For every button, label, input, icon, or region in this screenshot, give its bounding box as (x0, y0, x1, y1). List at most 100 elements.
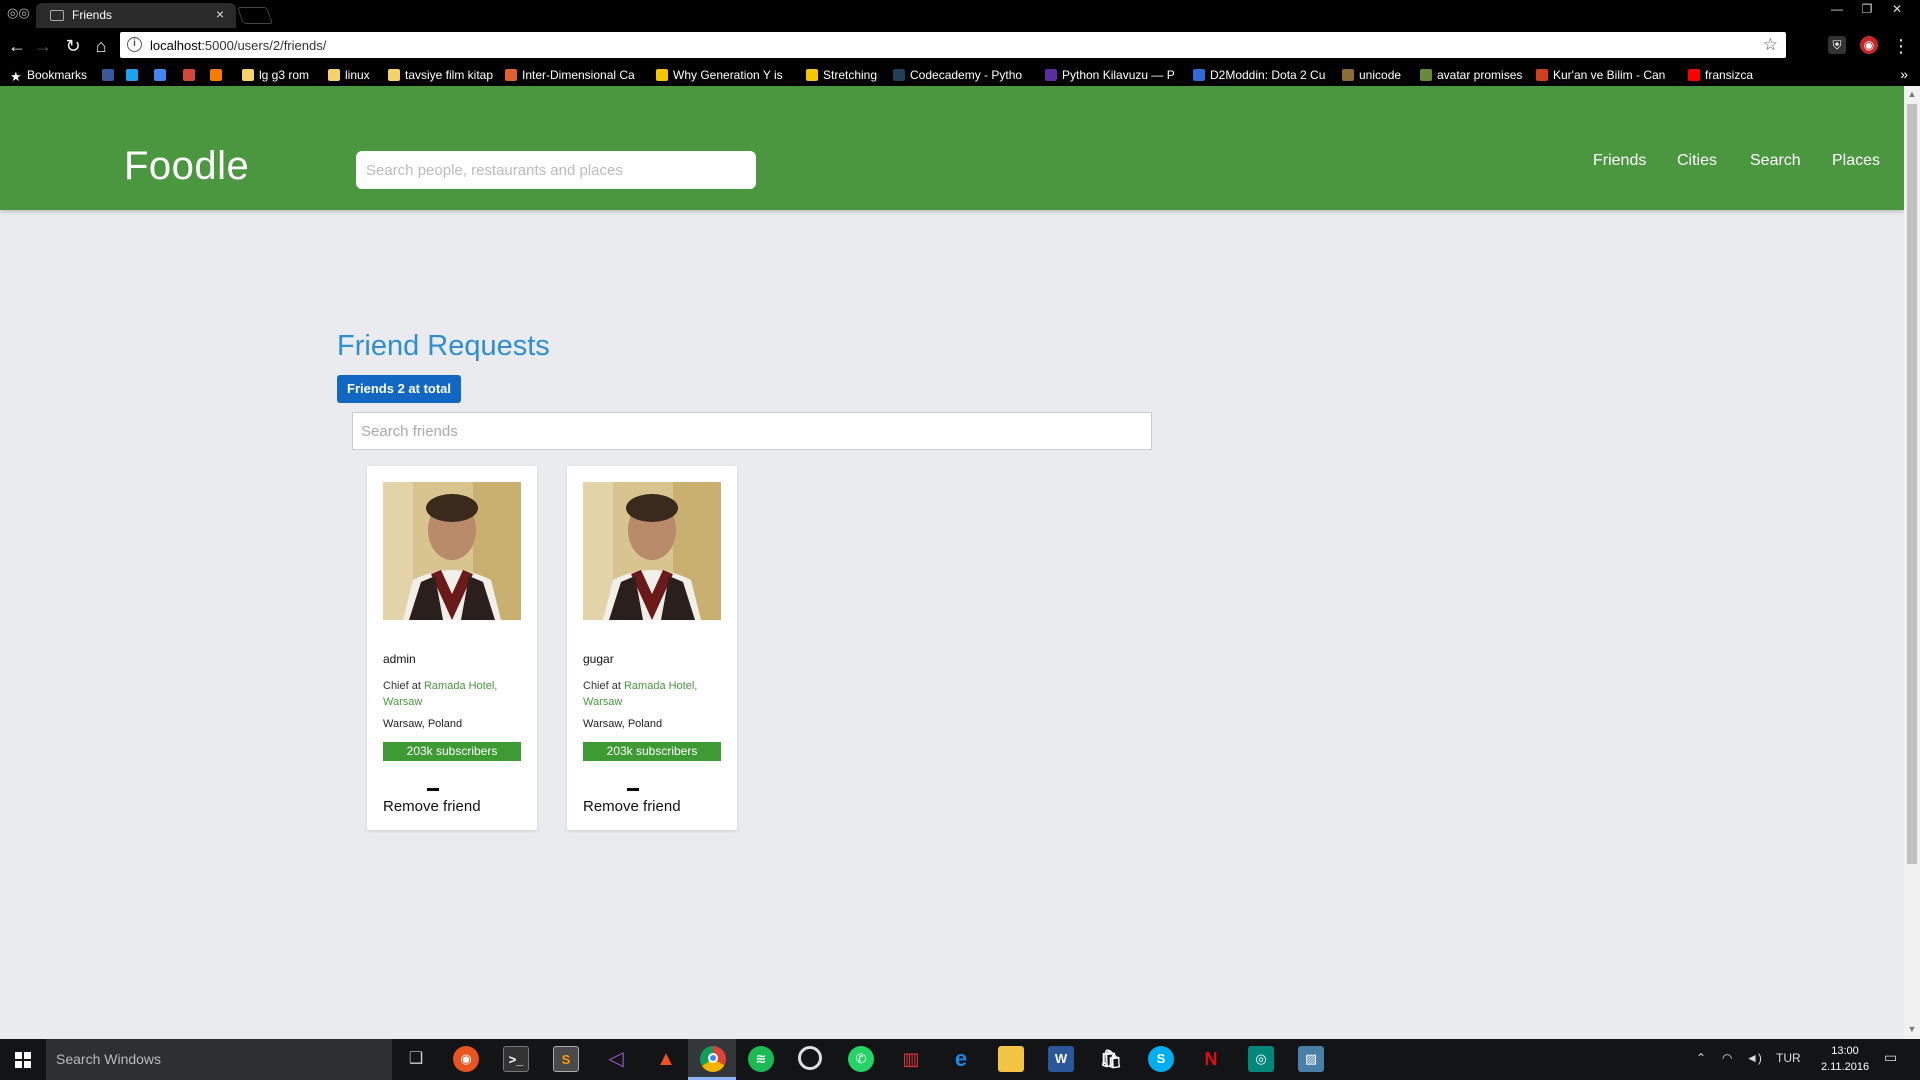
restore-icon[interactable]: ❐ (1852, 0, 1882, 18)
friend-name[interactable]: admin (383, 652, 416, 666)
scroll-thumb[interactable] (1907, 104, 1917, 864)
bookmark-favicon-icon (183, 69, 195, 81)
bookmark-item[interactable]: D2Moddin: Dota 2 Cu (1193, 68, 1325, 82)
scroll-up-icon[interactable]: ▲ (1907, 89, 1917, 99)
taskbar-search-input[interactable]: Search Windows (46, 1039, 392, 1080)
ubuntu-icon[interactable]: ◉ (453, 1046, 479, 1072)
menu-icon[interactable]: ⋮ (1890, 35, 1912, 57)
volume-icon[interactable]: ◄) (1746, 1051, 1762, 1065)
file-explorer-icon[interactable] (998, 1046, 1024, 1072)
close-window-icon[interactable]: ✕ (1882, 0, 1912, 18)
bookmark-item[interactable]: lg g3 rom (242, 68, 309, 82)
nav-search[interactable]: Search (1750, 152, 1801, 170)
chrome-icon[interactable] (700, 1046, 726, 1072)
bookmark-label: Why Generation Y is (673, 68, 783, 82)
forward-icon[interactable]: → (32, 35, 54, 57)
store-icon[interactable]: 🛍 (1098, 1046, 1124, 1072)
bookmark-item[interactable]: Why Generation Y is (656, 68, 783, 82)
address-bar[interactable]: i localhost:5000/users/2/friends/ ☆ (120, 32, 1786, 58)
windows-logo-icon (15, 1052, 31, 1068)
bookmark-label: lg g3 rom (259, 68, 310, 82)
taskbar-clock[interactable]: 13:00 2.11.2016 (1815, 1043, 1875, 1075)
bookmark-item[interactable] (154, 68, 171, 82)
bookmark-favicon-icon (656, 69, 668, 81)
bookmark-star-icon[interactable]: ☆ (1763, 35, 1778, 55)
task-view-icon[interactable]: ❑ (403, 1046, 429, 1072)
browser-toolbar: ← → ↻ ⌂ i localhost:5000/users/2/friends… (0, 28, 1920, 64)
bookmark-item[interactable]: Codecademy - Pytho (893, 68, 1022, 82)
bookmark-item[interactable] (210, 68, 227, 82)
brand-logo[interactable]: Foodle (124, 144, 249, 189)
new-tab-button[interactable] (236, 7, 274, 24)
browser-tab[interactable]: Friends × (36, 3, 236, 28)
skype-icon[interactable]: S (1148, 1046, 1174, 1072)
language-indicator[interactable]: TUR (1776, 1051, 1801, 1065)
bookmark-item[interactable]: fransizca (1688, 68, 1753, 82)
bookmark-item[interactable]: Python Kilavuzu — P (1045, 68, 1175, 82)
bookmark-favicon-icon (1420, 69, 1432, 81)
terminal-icon[interactable]: >_ (503, 1046, 529, 1072)
scroll-down-icon[interactable]: ▼ (1907, 1024, 1917, 1034)
back-icon[interactable]: ← (6, 35, 28, 57)
app-teal-icon[interactable]: ◎ (1248, 1046, 1274, 1072)
adblock-extension-icon[interactable]: ◉ (1860, 36, 1878, 54)
bookmark-item[interactable]: Inter-Dimensional Ca (505, 68, 635, 82)
remove-friend-button[interactable]: Remove friend (383, 798, 481, 815)
bookmark-label: linux (345, 68, 370, 82)
bookmark-favicon-icon (1536, 69, 1548, 81)
address-url[interactable]: localhost:5000/users/2/friends/ (150, 38, 326, 53)
friend-search-input[interactable] (352, 412, 1152, 450)
visual-studio-icon[interactable]: ◁ (603, 1046, 629, 1072)
start-button[interactable] (0, 1039, 46, 1080)
wifi-icon[interactable]: ◠ (1722, 1051, 1732, 1065)
bookmark-item[interactable]: linux (328, 68, 370, 82)
bookmark-item[interactable] (126, 68, 143, 82)
bookmark-favicon-icon (102, 69, 114, 81)
incognito-icon: ◎◎ (7, 5, 30, 20)
notifications-icon[interactable]: ▭ (1884, 1049, 1897, 1066)
bookmark-item[interactable]: unicode (1342, 68, 1401, 82)
site-info-icon[interactable]: i (127, 37, 142, 52)
page-scrollbar[interactable]: ▲ ▼ (1904, 86, 1920, 1039)
page-title: Friend Requests (337, 330, 550, 362)
home-icon[interactable]: ⌂ (90, 35, 112, 57)
bookmark-item[interactable]: tavsiye film kitap (388, 68, 493, 82)
bookmark-item[interactable] (183, 68, 200, 82)
friend-card: gugar Chief at Ramada Hotel, Warsaw Wars… (567, 466, 737, 830)
friend-avatar[interactable] (583, 482, 721, 620)
popcorn-time-icon[interactable]: ▥ (898, 1046, 924, 1072)
matlab-icon[interactable]: ▲ (653, 1046, 679, 1072)
netflix-icon[interactable]: N (1198, 1046, 1224, 1072)
reload-icon[interactable]: ↻ (62, 35, 84, 57)
friend-avatar[interactable] (383, 482, 521, 620)
bookmarks-folder[interactable]: ★ Bookmarks (10, 68, 87, 83)
friend-location: Warsaw, Poland (583, 718, 663, 730)
nav-cities[interactable]: Cities (1677, 152, 1717, 170)
edge-icon[interactable]: e (948, 1046, 974, 1072)
spotify-icon[interactable]: ≋ (748, 1046, 774, 1072)
windows-taskbar: Search Windows ❑ ◉ >_ S ◁ ▲ ≋ ✆ ▥ e W 🛍 … (0, 1039, 1920, 1080)
friend-name[interactable]: gugar (583, 652, 614, 666)
tray-chevron-icon[interactable]: ⌃ (1696, 1051, 1706, 1065)
bookmark-item[interactable]: Kur'an ve Bilim - Can (1536, 68, 1665, 82)
app-image-icon[interactable]: ▨ (1298, 1046, 1324, 1072)
bookmarks-overflow-icon[interactable]: » (1900, 66, 1908, 82)
remove-friend-button[interactable]: Remove friend (583, 798, 681, 815)
nav-places[interactable]: Places (1832, 152, 1880, 170)
site-search-input[interactable] (356, 151, 756, 189)
whatsapp-icon[interactable]: ✆ (848, 1046, 874, 1072)
bookmark-favicon-icon (806, 69, 818, 81)
sublime-text-icon[interactable]: S (553, 1046, 579, 1072)
tab-close-icon[interactable]: × (216, 6, 224, 22)
nav-friends[interactable]: Friends (1593, 152, 1646, 170)
app-circle-icon[interactable] (798, 1046, 822, 1070)
bookmark-label: Bookmarks (27, 68, 88, 82)
word-icon[interactable]: W (1048, 1046, 1074, 1072)
minimize-icon[interactable]: — (1822, 0, 1852, 18)
friend-job: Chief at Ramada Hotel, Warsaw (583, 680, 698, 708)
bookmark-item[interactable]: Stretching (806, 68, 877, 82)
subscribers-badge: 203k subscribers (583, 742, 721, 761)
bookmark-item[interactable] (102, 68, 119, 82)
shield-extension-icon[interactable]: ⛨ (1828, 36, 1846, 54)
bookmark-item[interactable]: avatar promises (1420, 68, 1522, 82)
